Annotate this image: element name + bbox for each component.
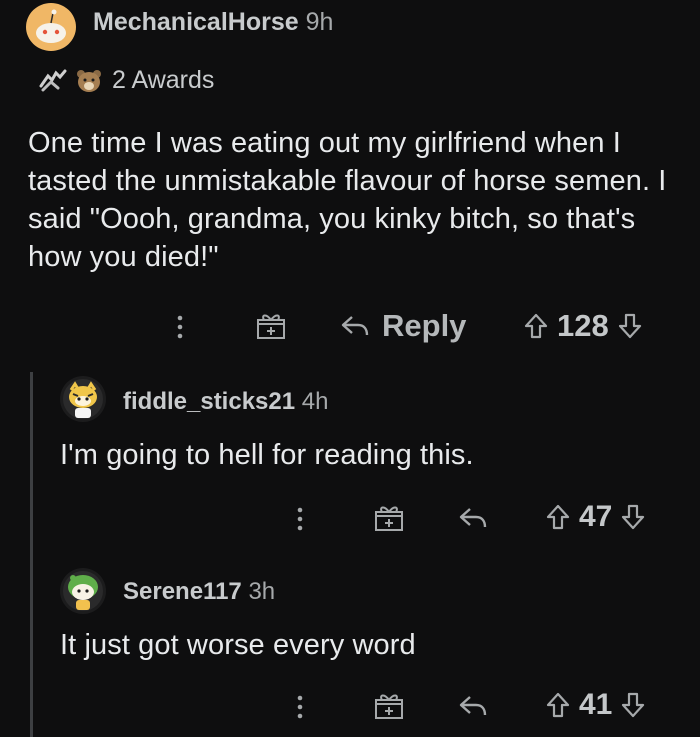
upvote-icon[interactable] (545, 691, 571, 719)
downvote-icon[interactable] (620, 503, 646, 531)
comment-header: Serene117 3h (123, 578, 275, 606)
reply-icon (340, 314, 370, 338)
vote-score: 47 (579, 500, 613, 533)
comment-body: One time I was eating out my girlfriend … (28, 127, 667, 273)
reply-icon[interactable] (458, 694, 488, 718)
helpful-award-icon (38, 68, 68, 94)
comment-age: 3h (248, 578, 276, 605)
give-award-icon[interactable] (255, 312, 287, 340)
avatar[interactable] (26, 3, 76, 51)
username[interactable]: fiddle_sticks21 (123, 388, 295, 415)
vote-score: 128 (557, 308, 609, 343)
snoo-avatar-icon (63, 379, 103, 419)
more-options-icon[interactable] (295, 506, 305, 532)
bear-award-icon (74, 67, 104, 95)
comment-age: 9h (305, 8, 334, 36)
reply-label: Reply (382, 308, 467, 343)
thread-line[interactable] (30, 372, 33, 737)
awards-row[interactable]: 2 Awards (38, 66, 214, 95)
downvote-icon[interactable] (620, 691, 646, 719)
username[interactable]: Serene117 (123, 578, 242, 605)
comment-body: I'm going to hell for reading this. (60, 439, 474, 471)
snoo-avatar-icon (63, 571, 103, 611)
snoo-avatar-icon (36, 9, 66, 43)
reply-button[interactable]: Reply (340, 308, 466, 344)
comment-actions: 41 (295, 688, 685, 724)
comment-actions: 47 (295, 500, 685, 536)
upvote-icon[interactable] (545, 503, 571, 531)
more-options-icon[interactable] (295, 694, 305, 720)
awards-count: 2 Awards (112, 66, 215, 94)
vote-controls: 41 (545, 688, 646, 722)
vote-controls: 47 (545, 500, 646, 534)
avatar[interactable] (60, 568, 106, 614)
downvote-icon[interactable] (617, 312, 643, 340)
reply-icon[interactable] (458, 506, 488, 530)
give-award-icon[interactable] (373, 692, 405, 720)
vote-controls: 128 (523, 308, 643, 344)
upvote-icon[interactable] (523, 312, 549, 340)
vote-score: 41 (579, 688, 613, 721)
username[interactable]: MechanicalHorse (93, 8, 299, 36)
comment-header: MechanicalHorse 9h (93, 8, 333, 37)
more-options-icon[interactable] (175, 314, 185, 340)
comment-age: 4h (301, 388, 329, 415)
comment-header: fiddle_sticks21 4h (123, 388, 328, 416)
give-award-icon[interactable] (373, 504, 405, 532)
comment-body: It just got worse every word (60, 629, 416, 661)
comment-actions: Reply 128 (175, 306, 675, 346)
avatar[interactable] (60, 376, 106, 422)
